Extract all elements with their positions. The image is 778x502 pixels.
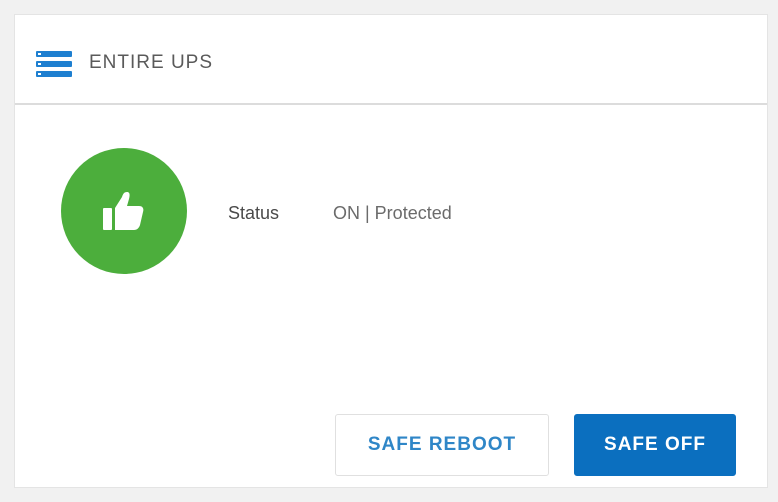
safe-off-button[interactable]: SAFE OFF [574, 414, 736, 476]
server-stack-icon [36, 51, 72, 77]
safe-reboot-button[interactable]: SAFE REBOOT [335, 414, 549, 476]
card-header: ENTIRE UPS [15, 15, 767, 105]
status-indicator [61, 148, 187, 274]
status-label: Status [228, 203, 280, 223]
thumbs-up-icon [103, 192, 144, 230]
status-value: ON | Protected [333, 203, 452, 223]
card-title: ENTIRE UPS [89, 52, 214, 73]
ups-card: ENTIRE UPS Status ON | Protected SAFE RE… [14, 14, 768, 488]
